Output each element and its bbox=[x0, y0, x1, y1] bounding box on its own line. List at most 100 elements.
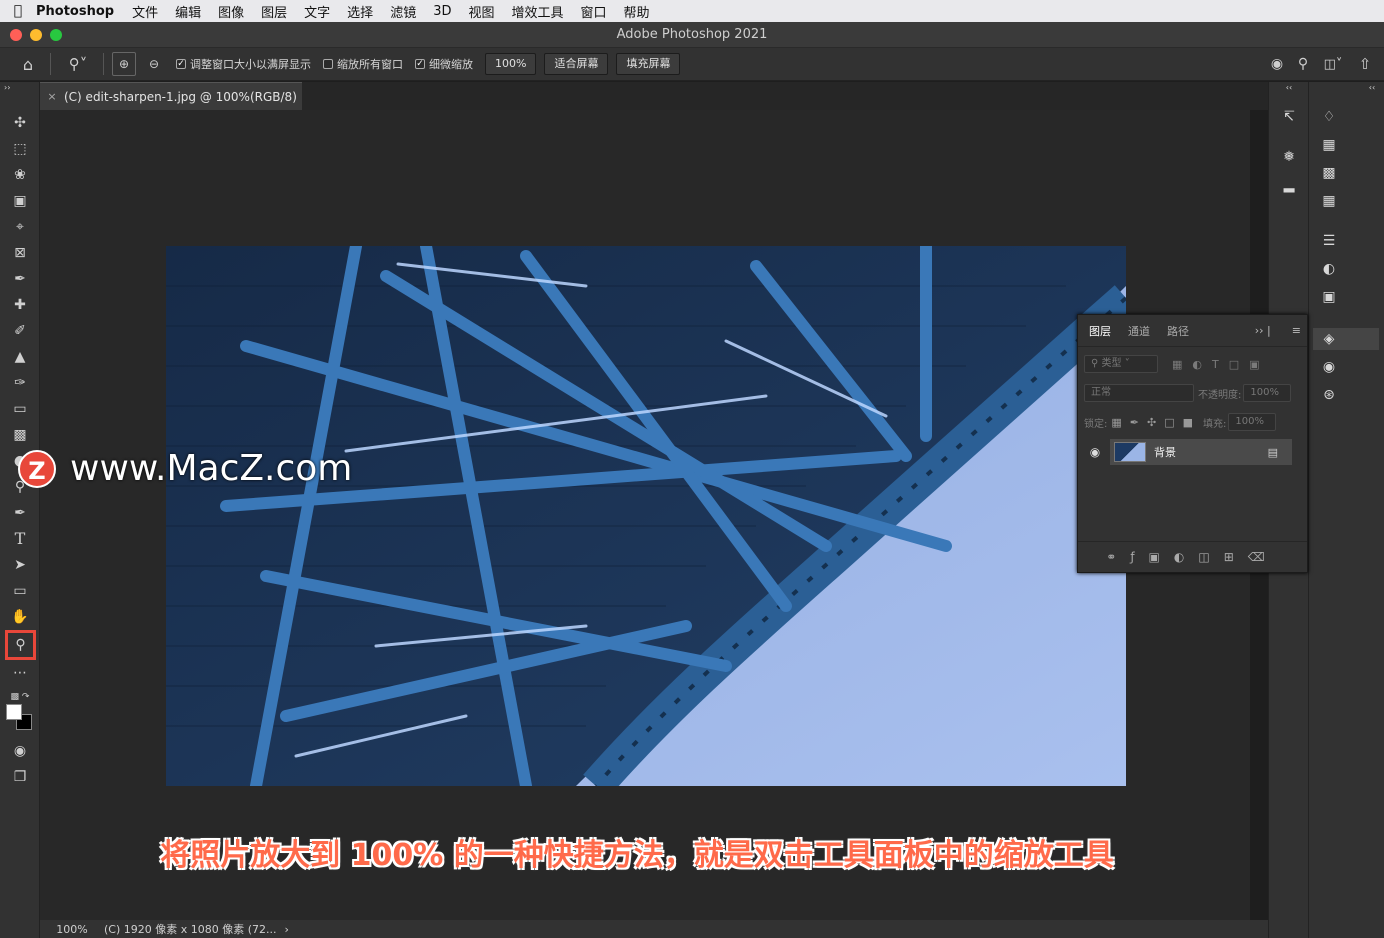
menu-app-name[interactable]: Photoshop bbox=[36, 4, 114, 19]
properties-icon[interactable]: ☰ bbox=[1318, 230, 1340, 252]
healing-brush-tool-icon[interactable]: ✚ bbox=[8, 294, 32, 316]
divider bbox=[50, 53, 51, 75]
blend-mode-select[interactable]: 正常 bbox=[1084, 384, 1194, 402]
collapse-icon[interactable]: ‹‹ bbox=[1361, 82, 1383, 94]
adjustments-icon[interactable]: ◐ bbox=[1318, 258, 1340, 280]
search-icon[interactable]: ⚲ bbox=[1290, 56, 1316, 72]
libraries-icon[interactable]: ▣ bbox=[1318, 286, 1340, 308]
fill-field[interactable]: 100% bbox=[1228, 413, 1277, 431]
channels-icon[interactable]: ◉ bbox=[1318, 356, 1340, 378]
history-icon[interactable]: ↸ bbox=[1278, 106, 1300, 128]
layer-name: 背景 bbox=[1154, 446, 1176, 459]
gradient-tool-icon[interactable]: ▩ bbox=[8, 424, 32, 446]
resize-windows-checkbox[interactable]: ✓ 调整窗口大小以满屏显示 bbox=[176, 56, 311, 72]
menu-image[interactable]: 图像 bbox=[218, 2, 244, 21]
histogram-icon[interactable]: ▂ bbox=[1278, 174, 1300, 196]
menu-select[interactable]: 选择 bbox=[347, 2, 373, 21]
menu-3d[interactable]: 3D bbox=[433, 4, 451, 19]
path-select-tool-icon[interactable]: ➤ bbox=[8, 554, 32, 576]
tools-panel: ›› ✣ ⬚ ❀ ▣ ⌖ ⊠ ✒ ✚ ✐ ▲ ✑ ▭ ▩ ● ⚲ ✒ T ➤ ▭… bbox=[0, 82, 40, 938]
workspace-icon[interactable]: ◫˅ bbox=[1316, 57, 1350, 72]
color-icon[interactable]: ♢ bbox=[1318, 106, 1340, 128]
zoom-tool-preset-icon[interactable]: ⚲˅ bbox=[61, 55, 95, 73]
brush-tool-icon[interactable]: ✐ bbox=[8, 320, 32, 342]
chevron-right-icon[interactable]: › bbox=[285, 923, 289, 936]
swatches-icon[interactable]: ▦ bbox=[1318, 134, 1340, 156]
navigator-icon[interactable]: ❅ bbox=[1278, 146, 1300, 168]
eyedropper-tool-icon[interactable]: ✒ bbox=[8, 268, 32, 290]
paths-icon[interactable]: ⊛ bbox=[1318, 384, 1340, 406]
document-tab[interactable]: × (C) edit-sharpen-1.jpg @ 100%(RGB/8) bbox=[40, 82, 302, 110]
document-image[interactable] bbox=[166, 246, 1126, 786]
window-title: Adobe Photoshop 2021 bbox=[616, 27, 768, 42]
menu-filter[interactable]: 滤镜 bbox=[390, 2, 416, 21]
minimize-window-button[interactable] bbox=[30, 29, 42, 41]
hand-tool-icon[interactable]: ✋ bbox=[8, 606, 32, 628]
share-icon[interactable]: ⇧ bbox=[1350, 55, 1380, 73]
opacity-field[interactable]: 100% bbox=[1243, 384, 1292, 402]
panel-collapse-icon[interactable]: ›› | bbox=[1255, 324, 1271, 337]
filter-type-icons[interactable]: ▦◐T□▣ bbox=[1172, 358, 1270, 371]
stamp-tool-icon[interactable]: ▲ bbox=[8, 346, 32, 368]
fill-screen-button[interactable]: 填充屏幕 bbox=[616, 53, 681, 75]
lasso-tool-icon[interactable]: ❀ bbox=[8, 164, 32, 186]
menu-help[interactable]: 帮助 bbox=[624, 2, 650, 21]
rectangle-tool-icon[interactable]: ▭ bbox=[8, 580, 32, 602]
layer-actions-bar[interactable]: ⚭ƒ▣◐◫⊞⌫ bbox=[1078, 541, 1307, 571]
visibility-eye-icon[interactable]: ◉ bbox=[1086, 439, 1104, 465]
close-tab-icon[interactable]: × bbox=[40, 90, 64, 103]
quick-mask-icon[interactable]: ◉ bbox=[8, 740, 32, 762]
collapse-icon[interactable]: ›› bbox=[4, 82, 28, 96]
zoom-in-icon[interactable]: ⊕ bbox=[112, 52, 136, 76]
close-window-button[interactable] bbox=[10, 29, 22, 41]
apple-icon[interactable]:  bbox=[0, 3, 36, 19]
marquee-tool-icon[interactable]: ⬚ bbox=[8, 138, 32, 160]
menu-edit[interactable]: 编辑 bbox=[175, 2, 201, 21]
menu-view[interactable]: 视图 bbox=[468, 2, 494, 21]
zoom-tool-icon[interactable]: ⚲ bbox=[5, 630, 36, 660]
move-tool-icon[interactable]: ✣ bbox=[8, 112, 32, 134]
more-tools-icon[interactable]: ⋯ bbox=[8, 662, 32, 684]
pen-tool-icon[interactable]: ✒ bbox=[8, 502, 32, 524]
tab-channels[interactable]: 通道 bbox=[1128, 323, 1150, 339]
zoom-out-icon[interactable]: ⊖ bbox=[142, 57, 166, 71]
home-icon[interactable]: ⌂ bbox=[16, 55, 40, 74]
object-select-tool-icon[interactable]: ▣ bbox=[8, 190, 32, 212]
crop-tool-icon[interactable]: ⌖ bbox=[8, 216, 32, 238]
menu-layer[interactable]: 图层 bbox=[261, 2, 287, 21]
panel-menu-icon[interactable]: ≡ bbox=[1292, 324, 1301, 337]
lock-icons[interactable]: ▦✒✣□■ bbox=[1111, 416, 1201, 429]
document-tab-strip: × (C) edit-sharpen-1.jpg @ 100%(RGB/8) bbox=[40, 82, 1268, 110]
eraser-tool-icon[interactable]: ▭ bbox=[8, 398, 32, 420]
status-zoom[interactable]: 100% bbox=[40, 923, 104, 936]
zoom-window-button[interactable] bbox=[50, 29, 62, 41]
screen-mode-icon[interactable]: ❐ bbox=[8, 766, 32, 788]
learn-icon[interactable]: ◉ bbox=[1264, 56, 1290, 72]
history-brush-tool-icon[interactable]: ✑ bbox=[8, 372, 32, 394]
mac-menubar:  Photoshop 文件 编辑 图像 图层 文字 选择 滤镜 3D 视图 增… bbox=[0, 0, 1384, 22]
menu-plugins[interactable]: 增效工具 bbox=[512, 2, 564, 21]
frame-tool-icon[interactable]: ⊠ bbox=[8, 242, 32, 264]
menu-type[interactable]: 文字 bbox=[304, 2, 330, 21]
status-doc-info[interactable]: (C) 1920 像素 x 1080 像素 (72... bbox=[104, 921, 277, 937]
collapse-icon[interactable]: ‹‹ bbox=[1278, 82, 1300, 94]
tab-paths[interactable]: 路径 bbox=[1167, 323, 1189, 339]
gradients-icon[interactable]: ▩ bbox=[1318, 162, 1340, 184]
menu-window[interactable]: 窗口 bbox=[581, 2, 607, 21]
status-bar: 100% (C) 1920 像素 x 1080 像素 (72... › bbox=[40, 920, 1268, 938]
tab-layers[interactable]: 图层 bbox=[1089, 323, 1111, 339]
macz-logo: Z bbox=[18, 449, 56, 488]
zoom-100-button[interactable]: 100% bbox=[485, 53, 537, 75]
foreground-color-swatch[interactable] bbox=[6, 704, 22, 720]
scrubby-zoom-checkbox[interactable]: ✓ 细微缩放 bbox=[415, 56, 473, 72]
menu-file[interactable]: 文件 bbox=[132, 2, 158, 21]
type-tool-icon[interactable]: T bbox=[8, 528, 32, 550]
layers-dock-button[interactable]: ◈ bbox=[1313, 328, 1379, 350]
zoom-all-label: 缩放所有窗口 bbox=[337, 58, 403, 71]
zoom-all-checkbox[interactable]: 缩放所有窗口 bbox=[323, 56, 403, 72]
fit-screen-button[interactable]: 适合屏幕 bbox=[544, 53, 609, 75]
layer-row-background[interactable]: 背景 ▤ bbox=[1110, 439, 1292, 465]
patterns-icon[interactable]: ▦ bbox=[1318, 190, 1340, 212]
canvas-area[interactable] bbox=[40, 110, 1250, 920]
layer-filter-select[interactable]: ⚲ 类型 ˅ bbox=[1084, 355, 1158, 373]
